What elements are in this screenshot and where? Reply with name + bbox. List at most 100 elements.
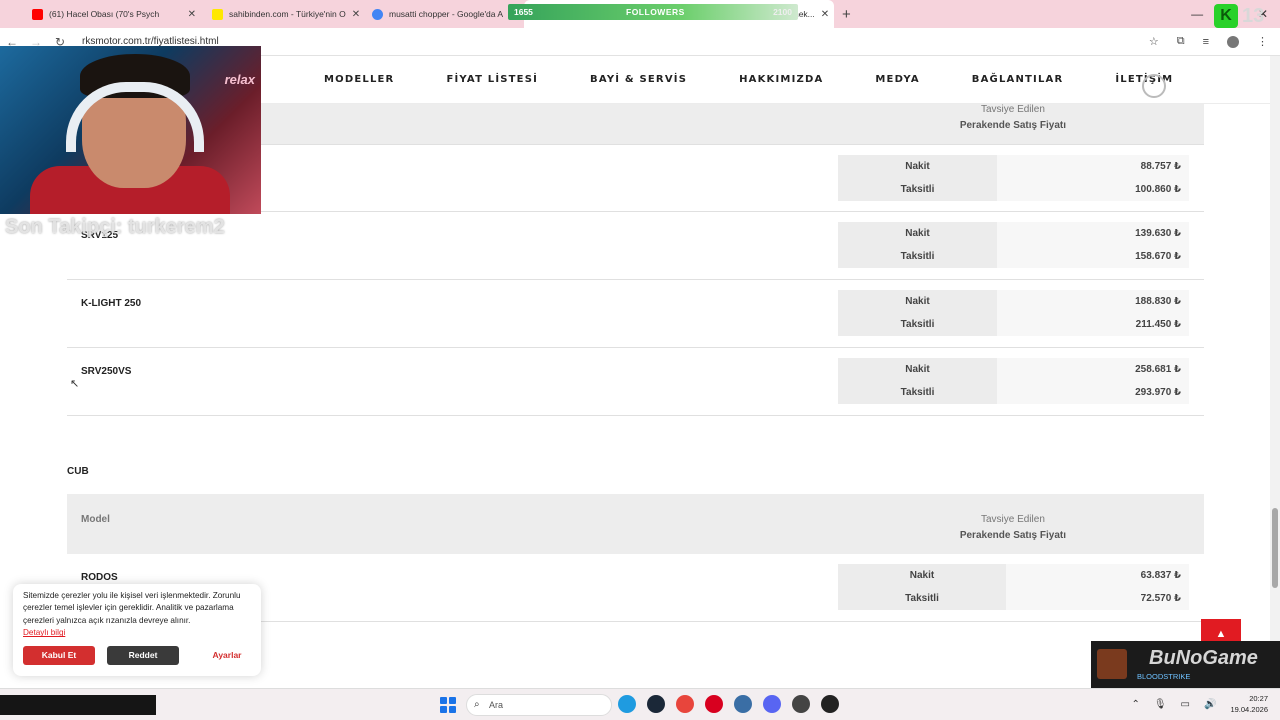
menu-baglantilar[interactable]: BAĞLANTILAR bbox=[972, 74, 1064, 85]
cub-table-header: Model Tavsiye Edilen Perakende Satış Fiy… bbox=[67, 494, 1204, 554]
menu-fiyat-listesi[interactable]: FİYAT LİSTESİ bbox=[446, 74, 538, 85]
microphone-icon[interactable]: 🎙 bbox=[1154, 699, 1167, 710]
opera-icon[interactable] bbox=[705, 695, 723, 713]
followers-goal: 2100 bbox=[773, 7, 792, 17]
installment-label: Taksitli bbox=[838, 245, 997, 268]
game-overlay: BuNoGame BLOODSTRIKE bbox=[1091, 641, 1280, 688]
price-header-line1: Tavsiye Edilen bbox=[980, 104, 1045, 115]
cookie-banner: Sitemizde çerezler yolu ile kişisel veri… bbox=[13, 584, 261, 676]
taskbar-dark-area bbox=[0, 695, 156, 715]
taskbar-apps bbox=[618, 695, 839, 713]
gear-icon[interactable] bbox=[821, 695, 839, 713]
reject-cookies-button[interactable]: Reddet bbox=[107, 646, 179, 665]
stream-corner-badge: K 13 bbox=[1214, 4, 1280, 28]
game-icon bbox=[1097, 649, 1127, 679]
followers-label: FOLLOWERS bbox=[626, 7, 685, 17]
tab-google[interactable]: musatti chopper - Google'da A ✕ bbox=[364, 0, 524, 28]
model-name: SRV250VS bbox=[81, 366, 132, 377]
cash-label: Nakit bbox=[838, 222, 997, 245]
steam-icon[interactable] bbox=[647, 695, 665, 713]
installment-label: Taksitli bbox=[838, 381, 997, 404]
profile-avatar[interactable] bbox=[1227, 35, 1239, 48]
price-table: Nakit 188.830 ₺ Taksitli 211.450 ₺ bbox=[838, 290, 1189, 336]
search-icon: ⌕ bbox=[474, 699, 480, 710]
table-row: SRV125 Nakit 139.630 ₺ Taksitli 158.670 ₺ bbox=[67, 212, 1204, 280]
google-icon bbox=[372, 8, 383, 20]
settings-app-icon[interactable] bbox=[734, 695, 752, 713]
chevron-up-icon[interactable]: ⌃ bbox=[1131, 699, 1139, 710]
installment-price: 72.570 ₺ bbox=[1006, 587, 1189, 610]
installment-price: 158.670 ₺ bbox=[997, 245, 1189, 268]
cookie-settings-button[interactable]: Ayarlar bbox=[191, 646, 263, 665]
start-menu-icon[interactable] bbox=[440, 697, 456, 713]
close-icon[interactable]: ✕ bbox=[352, 9, 360, 20]
volume-icon[interactable]: 🔊 bbox=[1204, 699, 1216, 710]
extensions-icon[interactable]: ⧉ bbox=[1177, 35, 1185, 48]
menu-modeller[interactable]: MODELLER bbox=[324, 74, 394, 85]
followers-progress-bar: 1655 FOLLOWERS 2100 bbox=[508, 4, 798, 20]
cookie-more-link[interactable]: Detaylı bilgi bbox=[23, 628, 65, 637]
search-icon[interactable] bbox=[1142, 74, 1166, 98]
system-tray: ⌃ 🎙 ▭ 🔊 20:27 19.04.2026 bbox=[1131, 693, 1268, 715]
cash-label: Nakit bbox=[838, 358, 997, 381]
taskbar-search[interactable]: ⌕ Ara bbox=[466, 694, 612, 716]
media-icon[interactable]: ≡ bbox=[1203, 36, 1209, 48]
installment-price: 211.450 ₺ bbox=[997, 313, 1189, 336]
corner-number: 13 bbox=[1242, 5, 1265, 27]
close-icon[interactable]: ✕ bbox=[821, 9, 829, 20]
windows-taskbar: ⌕ Ara ⌃ 🎙 ▭ 🔊 20:27 19.04.2026 bbox=[0, 688, 1280, 720]
clock-date: 19.04.2026 bbox=[1230, 705, 1268, 714]
cash-price: 139.630 ₺ bbox=[997, 222, 1189, 245]
tab-title: musatti chopper - Google'da A bbox=[389, 9, 504, 19]
tab-sahibinden[interactable]: sahibinden.com - Türkiye'nin O ✕ bbox=[204, 0, 364, 28]
menu-medya[interactable]: MEDYA bbox=[875, 74, 919, 85]
clock[interactable]: 20:27 19.04.2026 bbox=[1230, 693, 1268, 715]
price-header-line2: Perakende Satış Fiyatı bbox=[959, 120, 1066, 131]
price-header: Tavsiye Edilen Perakende Satış Fiyatı bbox=[960, 512, 1066, 544]
network-icon[interactable]: ▭ bbox=[1181, 699, 1190, 710]
cash-price: 258.681 ₺ bbox=[997, 358, 1189, 381]
tab-title: (61) Hacel Obası (70's Psych bbox=[49, 9, 160, 19]
cash-label: Nakit bbox=[838, 155, 997, 178]
menu-hakkimizda[interactable]: HAKKIMIZDA bbox=[739, 74, 823, 85]
installment-label: Taksitli bbox=[838, 313, 997, 336]
page-scrollbar[interactable] bbox=[1270, 56, 1280, 688]
price-header: Tavsiye Edilen Perakende Satış Fiyatı bbox=[960, 102, 1066, 134]
minimize-icon[interactable]: — bbox=[1191, 7, 1203, 21]
scrollbar-thumb[interactable] bbox=[1272, 508, 1278, 588]
price-table: Nakit 88.757 ₺ Taksitli 100.860 ₺ bbox=[838, 155, 1189, 201]
installment-price: 293.970 ₺ bbox=[997, 381, 1189, 404]
tab-youtube[interactable]: (61) Hacel Obası (70's Psych ✕ bbox=[24, 0, 204, 28]
price-table: Nakit 63.837 ₺ Taksitli 72.570 ₺ bbox=[838, 564, 1189, 610]
table-row: K-LIGHT 250 Nakit 188.830 ₺ Taksitli 211.4… bbox=[67, 280, 1204, 348]
game-subtitle: BLOODSTRIKE bbox=[1137, 672, 1191, 681]
edge-icon[interactable] bbox=[618, 695, 636, 713]
section-title-cub: CUB bbox=[67, 466, 89, 477]
installment-label: Taksitli bbox=[838, 587, 1006, 610]
bookmark-star-icon[interactable]: ☆ bbox=[1149, 35, 1159, 48]
search-placeholder: Ara bbox=[489, 700, 504, 710]
menu-kebab-icon[interactable]: ⋮ bbox=[1257, 35, 1268, 48]
price-table: Nakit 258.681 ₺ Taksitli 293.970 ₺ bbox=[838, 358, 1189, 404]
cash-label: Nakit bbox=[838, 290, 997, 313]
cookie-text: Sitemizde çerezler yolu ile kişisel veri… bbox=[23, 590, 251, 640]
accept-cookies-button[interactable]: Kabul Et bbox=[23, 646, 95, 665]
cash-label: Nakit bbox=[838, 564, 1006, 587]
obs-icon[interactable] bbox=[792, 695, 810, 713]
game-name: BuNoGame bbox=[1149, 647, 1258, 669]
mouse-cursor-icon: ↖ bbox=[70, 378, 80, 390]
followers-count: 1655 bbox=[514, 7, 533, 17]
model-header: Model bbox=[81, 514, 110, 525]
youtube-icon bbox=[32, 8, 43, 20]
sahibinden-icon bbox=[212, 8, 223, 20]
table-row: SRV250VS Nakit 258.681 ₺ Taksitli 293.970 … bbox=[67, 348, 1204, 416]
installment-label: Taksitli bbox=[838, 178, 997, 201]
clock-time: 20:27 bbox=[1249, 694, 1268, 703]
close-icon[interactable]: ✕ bbox=[188, 9, 196, 20]
price-table: Nakit 139.630 ₺ Taksitli 158.670 ₺ bbox=[838, 222, 1189, 268]
discord-icon[interactable] bbox=[763, 695, 781, 713]
new-tab-button[interactable]: + bbox=[842, 6, 851, 23]
cookie-message: Sitemizde çerezler yolu ile kişisel veri… bbox=[23, 591, 241, 625]
menu-bayi-servis[interactable]: BAYİ & SERVİS bbox=[590, 74, 687, 85]
chrome-icon[interactable] bbox=[676, 695, 694, 713]
